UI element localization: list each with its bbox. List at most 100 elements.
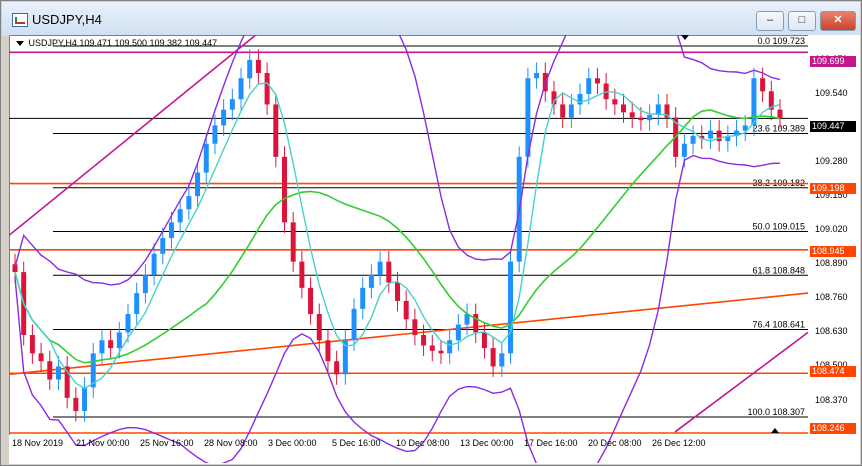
candle-body <box>351 308 357 341</box>
candle-body <box>760 78 766 92</box>
candle-body <box>621 104 627 113</box>
minimize-button[interactable]: – <box>756 11 784 31</box>
candle-body <box>629 112 635 118</box>
candle-body <box>116 332 122 349</box>
candle-body <box>586 78 592 94</box>
price-tag-current: 109.447 <box>810 121 856 132</box>
candle-body <box>647 114 653 121</box>
header-close: 109.447 <box>184 38 218 48</box>
y-tick-label: 108.630 <box>815 326 848 337</box>
candle-body <box>377 261 383 275</box>
price-tag-orange-3: 108.474 <box>810 366 856 377</box>
candle-body <box>386 261 392 283</box>
candle-body <box>221 109 227 126</box>
fib-level-label: 50.0 109.015 <box>752 222 805 232</box>
candle-body <box>255 59 261 73</box>
x-tick-label: 17 Dec 16:00 <box>524 438 578 448</box>
candle-body <box>481 332 487 349</box>
chart-shift-marker-icon <box>681 35 689 40</box>
candle-body <box>429 345 435 351</box>
fib-level-label: 23.6 109.389 <box>752 124 805 134</box>
candle-body <box>368 274 374 288</box>
candle-body <box>334 361 340 375</box>
x-tick-label: 26 Dec 12:00 <box>652 438 706 448</box>
candle-body <box>612 99 618 105</box>
y-tick-label: 108.890 <box>815 258 848 269</box>
x-tick-label: 3 Dec 00:00 <box>268 438 317 448</box>
header-high: 109.500 <box>114 38 147 48</box>
candle-body <box>99 340 105 354</box>
candle-body <box>55 366 61 380</box>
candle-body <box>134 293 140 315</box>
price-tag-orange-2: 108.945 <box>810 246 856 257</box>
y-tick-label: 109.280 <box>815 156 848 167</box>
candle-body <box>360 287 366 309</box>
channel-trendline <box>9 35 257 237</box>
candle-body <box>751 78 757 126</box>
candle-body <box>125 314 131 333</box>
candle-body <box>29 335 35 354</box>
x-tick-label: 21 Nov 00:00 <box>76 438 130 448</box>
x-tick-label: 5 Dec 16:00 <box>332 438 381 448</box>
candle-body <box>186 196 192 210</box>
candle-body <box>308 287 314 315</box>
candle-body <box>82 387 88 411</box>
chart-menu-arrow-icon[interactable] <box>16 41 24 47</box>
x-tick-label: 25 Nov 16:00 <box>140 438 194 448</box>
candle-body <box>395 282 400 301</box>
y-tick-label: 108.760 <box>815 292 848 303</box>
chart-app-icon <box>12 13 28 27</box>
window-title: USDJPY,H4 <box>32 12 102 27</box>
candle-body <box>142 274 148 294</box>
candle-body <box>247 59 253 79</box>
bollinger-upper-band <box>14 35 781 286</box>
y-tick-label: 109.020 <box>815 224 848 235</box>
header-open: 109.471 <box>79 38 112 48</box>
chart-header: USDJPY,H4 109.471 109.500 109.382 109.44… <box>16 38 217 48</box>
candle-body <box>508 261 514 354</box>
candle-body <box>568 104 574 118</box>
candle-body <box>160 238 166 254</box>
x-tick-label: 13 Dec 00:00 <box>460 438 514 448</box>
restore-button[interactable]: □ <box>788 11 816 31</box>
candle-body <box>403 300 409 320</box>
candle-body <box>447 340 453 354</box>
candle-body <box>560 104 566 118</box>
candle-body <box>594 78 600 84</box>
candle-body <box>412 319 418 336</box>
candle-body <box>325 340 331 362</box>
candle-body <box>638 117 644 121</box>
fib-level-label: 61.8 108.848 <box>752 265 805 275</box>
fib-level-label: 0.0 109.723 <box>757 36 805 46</box>
candle-body <box>229 99 235 110</box>
candle-body <box>168 222 174 239</box>
candle-body <box>195 172 201 197</box>
candle-body <box>273 104 279 157</box>
y-tick-label: 109.540 <box>815 87 848 98</box>
candle-body <box>73 397 79 411</box>
candle-body <box>299 261 305 288</box>
x-tick-label: 28 Nov 08:00 <box>204 438 258 448</box>
price-chart-svg[interactable]: 0.0 109.723 23.6 109.389 38.2 109.182 50.0 … <box>9 35 860 463</box>
candle-body <box>716 130 722 142</box>
candle-body <box>281 156 287 223</box>
candle-body <box>499 353 505 367</box>
candle-body <box>316 314 322 341</box>
candle-body <box>490 348 496 367</box>
candle-body <box>421 335 427 346</box>
fib-level-label: 38.2 109.182 <box>752 178 805 188</box>
x-tick-label: 20 Dec 08:00 <box>588 438 642 448</box>
title-bar[interactable]: USDJPY,H4 – □ ✕ <box>2 2 860 36</box>
candle-body <box>177 209 183 223</box>
candle-body <box>238 78 244 100</box>
candle-body <box>264 72 270 105</box>
close-button[interactable]: ✕ <box>820 11 856 31</box>
fib-level-label: 100.0 108.307 <box>747 407 805 417</box>
fib-level-label: 76.4 108.641 <box>752 320 805 330</box>
candle-body <box>690 135 696 144</box>
candle-body <box>151 253 157 275</box>
price-tag-magenta: 109.699 <box>810 56 856 67</box>
candle-body <box>212 125 218 144</box>
scroll-marker-icon <box>771 428 779 433</box>
candle-body <box>438 350 444 354</box>
